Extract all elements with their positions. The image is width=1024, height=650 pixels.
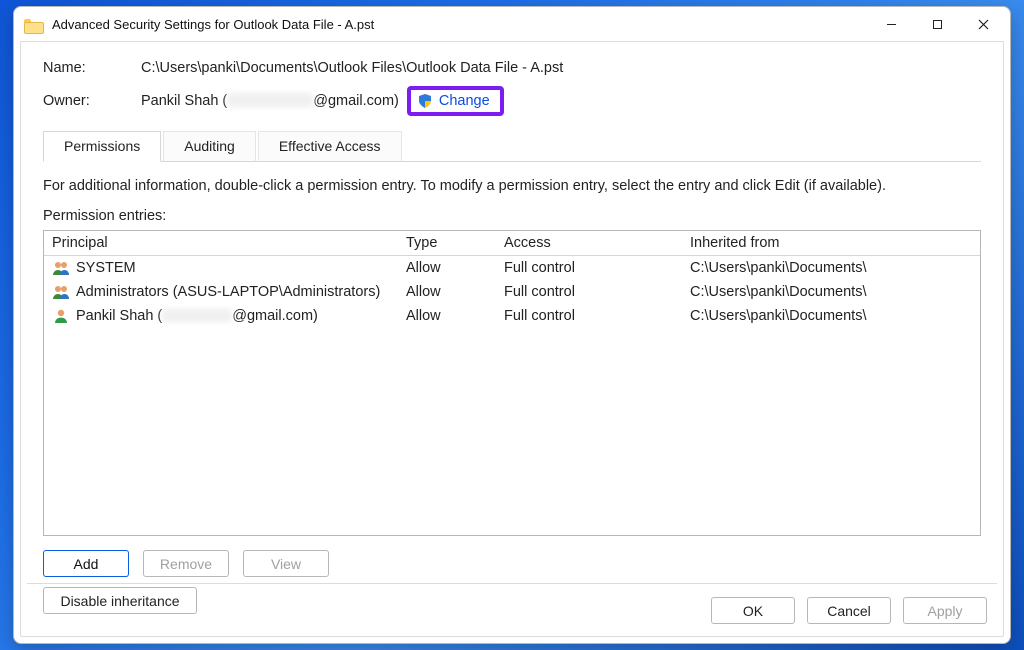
uac-shield-icon (417, 93, 433, 109)
name-value: C:\Users\panki\Documents\Outlook Files\O… (141, 60, 563, 76)
name-label: Name: (43, 60, 141, 76)
tab-permissions[interactable]: Permissions (43, 131, 161, 162)
instructions-text: For additional information, double-click… (43, 178, 981, 194)
change-owner-link[interactable]: Change (439, 93, 490, 109)
folder-icon (24, 17, 42, 31)
add-button[interactable]: Add (43, 550, 129, 577)
view-button: View (243, 550, 329, 577)
dialog-footer: OK Cancel Apply (711, 597, 987, 624)
tab-auditing[interactable]: Auditing (163, 131, 256, 162)
footer-separator (27, 583, 997, 584)
owner-redacted (227, 93, 313, 107)
principal-redacted (162, 309, 232, 322)
table-row[interactable]: Administrators (ASUS-LAPTOP\Administrato… (44, 280, 980, 304)
client-area: Name: C:\Users\panki\Documents\Outlook F… (20, 41, 1004, 637)
group-icon (52, 260, 70, 276)
tab-strip: Permissions Auditing Effective Access (43, 130, 981, 162)
close-button[interactable] (960, 9, 1006, 39)
principal-name: Pankil Shah (@gmail.com) (76, 308, 318, 324)
window-title: Advanced Security Settings for Outlook D… (52, 17, 374, 32)
table-header: Principal Type Access Inherited from (44, 231, 980, 256)
tab-effective-access[interactable]: Effective Access (258, 131, 402, 162)
table-body: SYSTEMAllowFull controlC:\Users\panki\Do… (44, 256, 980, 535)
name-row: Name: C:\Users\panki\Documents\Outlook F… (43, 60, 981, 76)
table-row[interactable]: Pankil Shah (@gmail.com)AllowFull contro… (44, 304, 980, 328)
permission-entries-table: Principal Type Access Inherited from SYS… (43, 230, 981, 536)
user-icon (52, 308, 70, 324)
owner-label: Owner: (43, 93, 141, 109)
group-icon (52, 284, 70, 300)
cancel-button[interactable]: Cancel (807, 597, 891, 624)
col-inherited[interactable]: Inherited from (682, 231, 980, 255)
change-owner-highlight: Change (407, 86, 504, 116)
minimize-button[interactable] (868, 9, 914, 39)
table-row[interactable]: SYSTEMAllowFull controlC:\Users\panki\Do… (44, 256, 980, 280)
principal-name: Administrators (ASUS-LAPTOP\Administrato… (76, 284, 380, 300)
advanced-security-window: Advanced Security Settings for Outlook D… (13, 6, 1011, 644)
apply-button: Apply (903, 597, 987, 624)
maximize-button[interactable] (914, 9, 960, 39)
col-access[interactable]: Access (496, 231, 682, 255)
ok-button[interactable]: OK (711, 597, 795, 624)
entry-buttons: Add Remove View (43, 550, 981, 577)
owner-value: Pankil Shah (@gmail.com) (141, 93, 399, 109)
principal-name: SYSTEM (76, 260, 136, 276)
entries-heading: Permission entries: (43, 208, 981, 224)
titlebar: Advanced Security Settings for Outlook D… (14, 7, 1010, 41)
remove-button: Remove (143, 550, 229, 577)
owner-row: Owner: Pankil Shah (@gmail.com) Change (43, 86, 981, 116)
disable-inheritance-button[interactable]: Disable inheritance (43, 587, 197, 614)
col-type[interactable]: Type (398, 231, 496, 255)
col-principal[interactable]: Principal (44, 231, 398, 255)
